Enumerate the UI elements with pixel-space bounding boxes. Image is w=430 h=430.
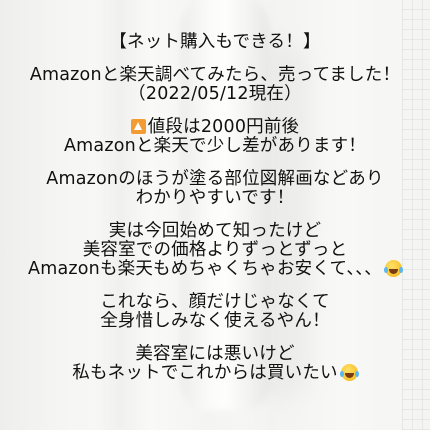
text-line: 全身惜しみなく使えるやん！ [100, 311, 330, 331]
text-line: Amazonと楽天で少し差があります！ [63, 136, 367, 156]
caption-text-block: 【ネット購入もできる！】 Amazonと楽天調べてみたら、売ってました！ （20… [0, 33, 430, 383]
text-line: Amazonと楽天調べてみたら、売ってました！ [29, 65, 401, 85]
text-line-with-emoji: 私もネットでこれからは買いたい [0, 364, 430, 383]
tears-of-joy-emoji-icon [383, 260, 402, 277]
tears-of-joy-emoji-icon [339, 364, 358, 381]
price-text: 値段は2000円前後 [147, 117, 300, 137]
heading-line: 【ネット購入もできる！】 [109, 32, 321, 52]
text-line: 実は今回始めて知ったけど [108, 221, 322, 241]
text-line: 美容室には悪いけど [135, 344, 295, 364]
text-fragment: 私もネットでこれからは買いたい [72, 363, 338, 383]
text-fragment: Amazonも楽天もめちゃくちゃお安くて、、、 [28, 259, 382, 279]
post-image: 【ネット購入もできる！】 Amazonと楽天調べてみたら、売ってました！ （20… [0, 0, 430, 430]
text-line: Amazonのほうが塗る部位図解画などあり [46, 169, 384, 189]
text-line: わかりやすいです！ [135, 188, 295, 208]
text-line: これなら、顔だけじゃなくて [100, 292, 330, 312]
price-line: 値段は2000円前後 [0, 118, 430, 137]
text-line: 美容室での価格よりずっとずっと [82, 240, 348, 260]
date-line: （2022/05/12現在） [128, 84, 302, 104]
text-line-with-emoji: Amazonも楽天もめちゃくちゃお安くて、、、 [0, 260, 430, 279]
up-triangle-icon [130, 119, 146, 134]
